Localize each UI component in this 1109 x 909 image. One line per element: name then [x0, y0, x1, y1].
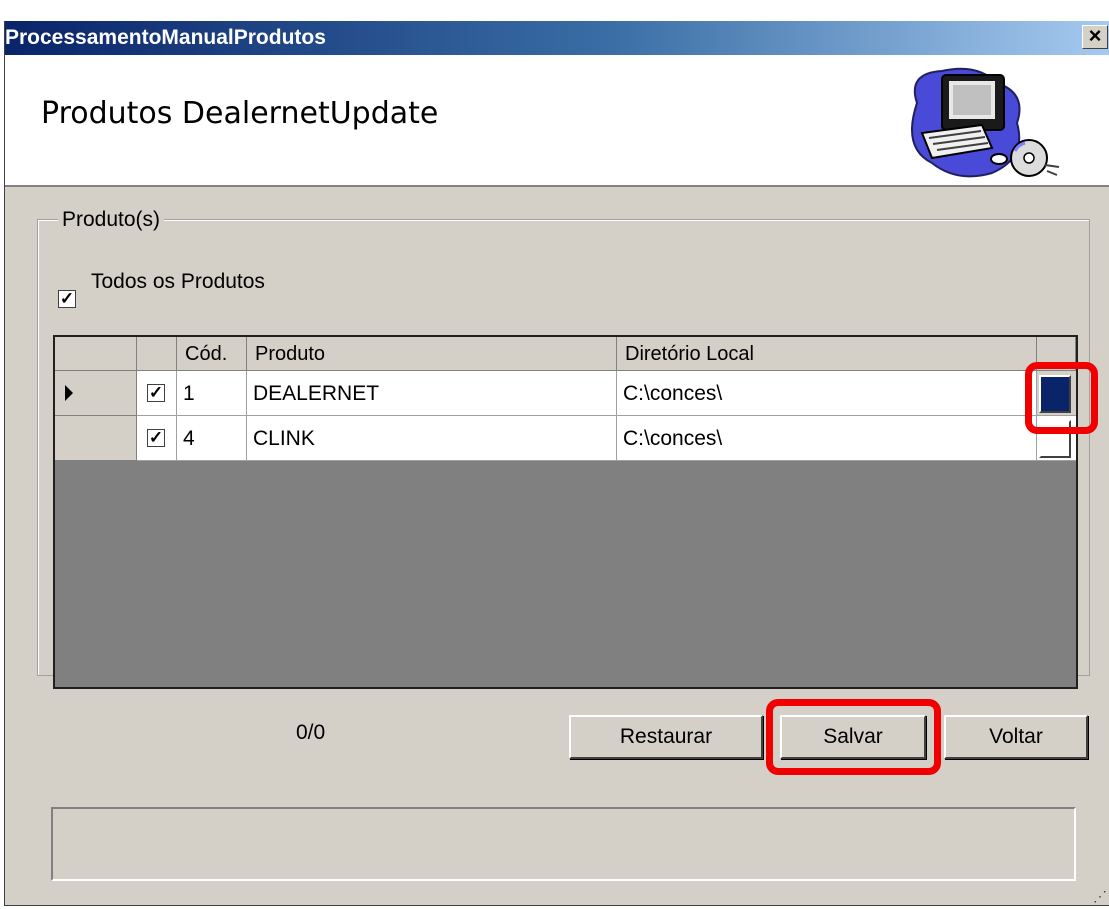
check-icon: ✓ [148, 428, 164, 447]
select-all-checkbox[interactable]: ✓ [58, 290, 76, 308]
cell-codigo[interactable]: 1 [177, 371, 247, 416]
cell-produto[interactable]: CLINK [247, 416, 617, 461]
cell-codigo[interactable]: 4 [177, 416, 247, 461]
group-legend: Produto(s) [58, 208, 165, 232]
check-icon: ✓ [59, 289, 75, 308]
row-checkbox[interactable]: ✓ [147, 384, 165, 402]
voltar-button[interactable]: Voltar [944, 715, 1088, 759]
highlight-browse-annotation [1025, 362, 1098, 434]
row-checkbox-cell: ✓ [137, 416, 177, 461]
row-checkbox-cell: ✓ [137, 371, 177, 416]
close-button[interactable]: × [1082, 25, 1108, 49]
computer-cd-icon [911, 67, 1060, 178]
status-panel [51, 807, 1076, 881]
row-header[interactable] [55, 416, 137, 461]
title-bar[interactable]: ProcessamentoManualProdutos × [5, 21, 1109, 55]
window-title: ProcessamentoManualProdutos [5, 26, 326, 49]
row-checkbox[interactable]: ✓ [147, 429, 165, 447]
grid-corner-header [55, 337, 137, 371]
cell-produto[interactable]: DEALERNET [247, 371, 617, 416]
page-title: Produtos DealernetUpdate [41, 96, 439, 131]
highlight-salvar-annotation [766, 699, 941, 775]
column-header-produto[interactable]: Produto [247, 337, 617, 371]
resize-grip-icon[interactable]: ⋰ [1093, 888, 1107, 905]
restaurar-button[interactable]: Restaurar [569, 715, 763, 759]
cell-diretorio[interactable]: C:\conces\ [617, 371, 1037, 416]
check-icon: ✓ [148, 383, 164, 402]
header-panel: Produtos DealernetUpdate [5, 55, 1109, 187]
grid-check-header[interactable] [137, 337, 177, 371]
row-header-current[interactable] [55, 371, 137, 416]
cell-diretorio[interactable]: C:\conces\ [617, 416, 1037, 461]
select-all-label[interactable]: Todos os Produtos [91, 270, 265, 294]
products-grid[interactable]: Cód. Produto Diretório Local ✓ 1 DEALERN… [53, 335, 1078, 689]
current-row-arrow-icon [65, 385, 73, 401]
column-header-codigo[interactable]: Cód. [177, 337, 247, 371]
record-counter: 0/0 [296, 721, 326, 744]
column-header-diretorio[interactable]: Diretório Local [617, 337, 1037, 371]
